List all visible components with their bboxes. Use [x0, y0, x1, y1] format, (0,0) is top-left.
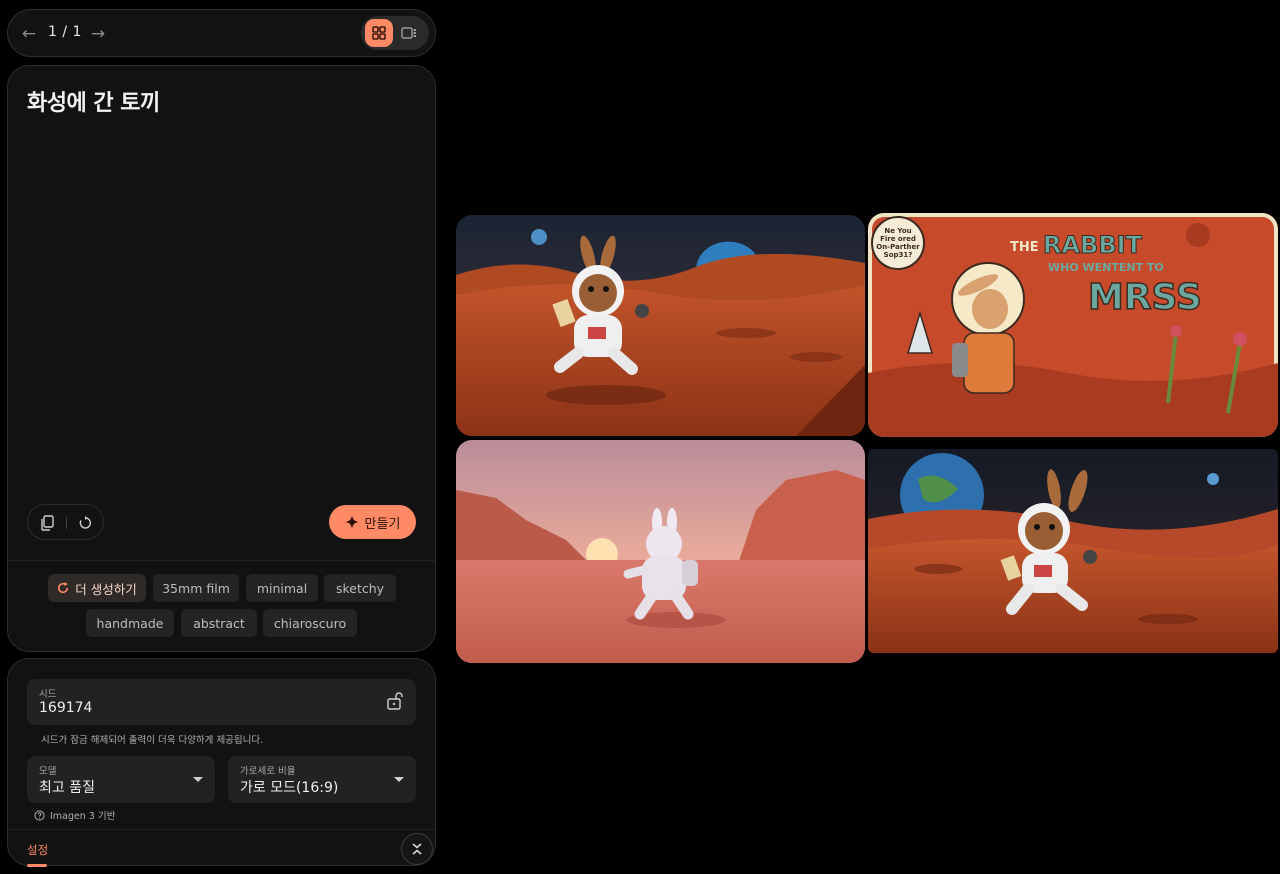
poster-bubble-line-4: Sop31?	[884, 251, 913, 259]
style-chip-handmade[interactable]: handmade	[86, 609, 174, 637]
poster-text-mrss: MRSS	[1088, 277, 1202, 318]
prompt-text[interactable]: 화성에 간 토끼	[27, 85, 160, 117]
reset-icon	[79, 516, 91, 529]
aspect-ratio-select[interactable]: 가로세로 비율 가로 모드(16:9)	[228, 756, 416, 803]
view-toggle	[361, 16, 429, 50]
model-note: Imagen 3 기반	[50, 811, 116, 822]
tools-separator	[66, 517, 67, 529]
grid-icon	[372, 26, 386, 40]
copy-button[interactable]	[37, 513, 57, 533]
poster-bubble-line-3: On-Parther	[876, 243, 920, 251]
style-chip-minimal[interactable]: minimal	[246, 574, 318, 602]
single-view-button[interactable]	[395, 19, 423, 47]
seed-note: 시드가 잠금 해제되어 출력이 더욱 다양하게 제공됩니다.	[41, 735, 264, 746]
prompt-panel: 화성에 간 토끼 만들기 더 생성하기 35mm film minimal sk…	[7, 65, 436, 652]
divider	[8, 560, 435, 561]
generated-image-1[interactable]	[456, 215, 865, 436]
dropdown-caret-icon	[193, 777, 203, 782]
generate-more-chip[interactable]: 더 생성하기	[48, 574, 146, 602]
model-info: Imagen 3 기반	[34, 808, 115, 822]
style-chip-sketchy[interactable]: sketchy	[324, 574, 396, 602]
model-select[interactable]: 모델 최고 품질	[27, 756, 215, 803]
aspect-ratio-label: 가로세로 비율	[240, 766, 296, 777]
help-icon[interactable]	[34, 809, 45, 821]
tab-settings[interactable]: 설정	[27, 842, 48, 858]
model-value: 최고 품질	[39, 780, 95, 796]
prompt-tools	[27, 504, 104, 540]
collapse-button[interactable]	[401, 833, 433, 865]
create-button[interactable]: 만들기	[329, 505, 416, 539]
create-label: 만들기	[364, 516, 401, 532]
dropdown-caret-icon	[394, 777, 404, 782]
poster-text-the: THE	[1010, 240, 1039, 255]
style-chip-35mm-film[interactable]: 35mm film	[153, 574, 239, 602]
unlock-icon[interactable]	[385, 691, 405, 711]
generated-image-4[interactable]	[868, 449, 1278, 653]
settings-panel: 시드 169174 시드가 잠금 해제되어 출력이 더욱 다양하게 제공됩니다.…	[7, 658, 436, 867]
pager-bar: ← 1 / 1 →	[7, 9, 436, 57]
arrow-left-icon[interactable]: ←	[17, 22, 41, 46]
seed-label: 시드	[39, 689, 57, 700]
tab-indicator	[27, 864, 47, 867]
generated-image-2[interactable]: Ne You Fire ored On-Parther Sop31? THE R…	[868, 213, 1278, 437]
tab-divider	[8, 829, 435, 830]
single-view-icon	[401, 27, 416, 39]
poster-bubble-line-1: Ne You	[884, 227, 911, 235]
seed-value[interactable]: 169174	[39, 700, 92, 716]
arrow-right-icon[interactable]: →	[86, 22, 110, 46]
collapse-icon	[412, 843, 422, 855]
copy-icon	[41, 515, 54, 531]
poster-bubble-line-2: Fire ored	[880, 235, 916, 243]
style-chip-abstract[interactable]: abstract	[181, 609, 257, 637]
sparkle-icon	[344, 515, 359, 529]
refresh-icon	[58, 582, 69, 594]
page-counter: 1 / 1	[48, 24, 82, 40]
model-label: 모델	[39, 766, 57, 777]
poster-text-rabbit: RABBIT	[1043, 231, 1143, 259]
aspect-ratio-value: 가로 모드(16:9)	[240, 780, 339, 796]
grid-view-button[interactable]	[365, 19, 393, 47]
generated-image-3[interactable]	[456, 440, 865, 663]
generate-more-label: 더 생성하기	[75, 581, 137, 597]
poster-text-who: WHO WENTENT TO	[1048, 261, 1164, 274]
style-chip-chiaroscuro[interactable]: chiaroscuro	[263, 609, 357, 637]
reset-button[interactable]	[75, 513, 95, 533]
seed-field[interactable]: 시드 169174	[27, 679, 416, 725]
